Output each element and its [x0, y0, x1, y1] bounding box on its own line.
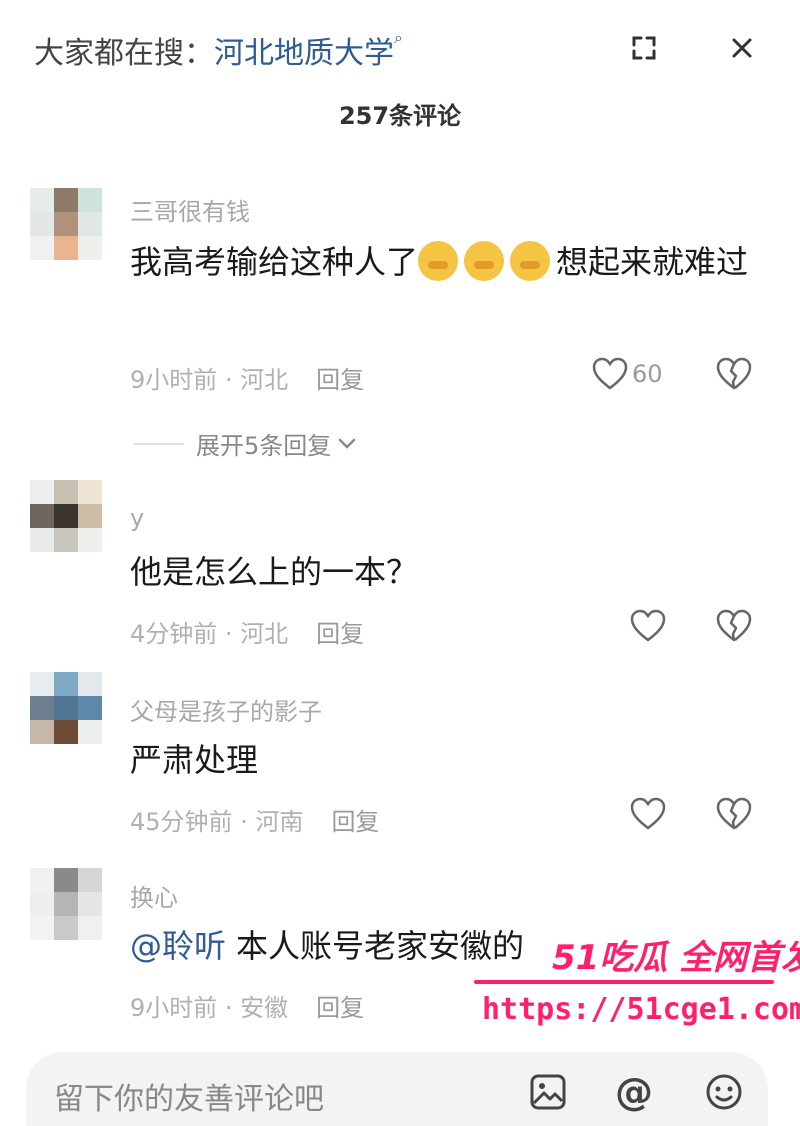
comment-meta: 4分钟前 · 河北 回复 — [130, 614, 364, 649]
mention-link[interactable]: @聆听 — [130, 927, 226, 965]
comment-text: 严肃处理 — [130, 741, 259, 779]
comment-item: y 他是怎么上的一本？ 4分钟前 · 河北 回复 — [0, 476, 800, 656]
comment-text: 他是怎么上的一本？ — [130, 553, 419, 591]
comment-author[interactable]: y — [130, 504, 144, 532]
search-suggestion-prefix: 大家都在搜： — [34, 36, 214, 71]
comment-text-part: 我高考输给这种人了 — [130, 243, 419, 281]
search-mark-icon: ⌕ — [394, 28, 403, 47]
search-suggestion[interactable]: 大家都在搜：河北地质大学⌕ — [34, 28, 403, 72]
like-button[interactable] — [630, 792, 666, 836]
sweat-emoji-icon — [464, 241, 505, 281]
comment-text-part: 本人账号老家安徽的 — [236, 927, 525, 965]
dislike-button[interactable] — [712, 792, 756, 836]
close-button[interactable] — [720, 26, 764, 70]
comment-input-placeholder[interactable]: 留下你的友善评论吧 — [54, 1074, 324, 1118]
expand-button[interactable] — [622, 26, 666, 70]
dislike-button[interactable] — [712, 352, 756, 396]
expand-replies-button[interactable]: 展开5条回复 — [134, 426, 357, 461]
comment-meta: 9小时前 · 河北 回复 — [130, 360, 364, 395]
reply-button[interactable]: 回复 — [316, 620, 364, 648]
mention-button[interactable]: @ — [612, 1070, 656, 1114]
reply-button[interactable]: 回复 — [316, 366, 364, 394]
like-button[interactable]: 60 — [592, 352, 663, 396]
comment-text-part: 想起来就难过 — [556, 243, 749, 281]
search-suggestion-keyword[interactable]: 河北地质大学 — [214, 36, 394, 71]
heart-icon — [630, 797, 666, 830]
at-icon: @ — [615, 1070, 653, 1114]
expand-icon — [632, 36, 656, 60]
comment-time-location: 9小时前 · 安徽 — [130, 994, 289, 1022]
comment-input-bar[interactable]: 留下你的友善评论吧 @ — [26, 1052, 768, 1126]
comment-count: 257条评论 — [338, 102, 462, 130]
broken-heart-icon — [716, 609, 752, 642]
sweat-emoji-icon — [510, 241, 551, 281]
avatar[interactable] — [30, 868, 102, 940]
chevron-down-icon — [339, 438, 356, 449]
comment-item: 父母是孩子的影子 严肃处理 45分钟前 · 河南 回复 — [0, 664, 800, 844]
emoji-button[interactable] — [702, 1070, 746, 1114]
comment-text: @聆听 本人账号老家安徽的 — [130, 916, 760, 976]
broken-heart-icon — [716, 797, 752, 830]
avatar[interactable] — [30, 672, 102, 744]
reply-button[interactable]: 回复 — [331, 808, 379, 836]
comment-time-location: 4分钟前 · 河北 — [130, 620, 289, 648]
comment-author[interactable]: 三哥很有钱 — [130, 192, 250, 227]
emoji-icon — [706, 1074, 742, 1110]
heart-icon — [592, 357, 628, 390]
image-button[interactable] — [526, 1070, 570, 1114]
comment-meta: 9小时前 · 安徽 回复 — [130, 988, 364, 1023]
image-icon — [530, 1074, 566, 1110]
comment-item: 换心 @聆听 本人账号老家安徽的 9小时前 · 安徽 回复 — [0, 860, 800, 1040]
comment-meta: 45分钟前 · 河南 回复 — [130, 802, 379, 837]
dislike-button[interactable] — [712, 604, 756, 648]
comment-time-location: 9小时前 · 河北 — [130, 366, 289, 394]
expand-replies-label: 展开5条回复 — [196, 432, 332, 460]
divider-line — [134, 442, 184, 445]
like-count: 60 — [632, 360, 663, 388]
broken-heart-icon — [716, 357, 752, 390]
comment-author[interactable]: 父母是孩子的影子 — [130, 692, 322, 727]
heart-icon — [630, 609, 666, 642]
avatar[interactable] — [30, 480, 102, 552]
comments-header: 大家都在搜：河北地质大学⌕ — [0, 0, 800, 90]
comment-text: 我高考输给这种人了 想起来就难过 — [130, 232, 760, 292]
sweat-emoji-icon — [418, 241, 459, 281]
reply-button[interactable]: 回复 — [316, 994, 364, 1022]
close-icon — [732, 38, 752, 58]
comment-item: 三哥很有钱 我高考输给这种人了 想起来就难过 9小时前 · 河北 回复 60 展开5… — [0, 180, 800, 470]
comment-author[interactable]: 换心 — [130, 878, 178, 913]
comment-time-location: 45分钟前 · 河南 — [130, 808, 304, 836]
avatar[interactable] — [30, 188, 102, 260]
like-button[interactable] — [630, 604, 666, 648]
